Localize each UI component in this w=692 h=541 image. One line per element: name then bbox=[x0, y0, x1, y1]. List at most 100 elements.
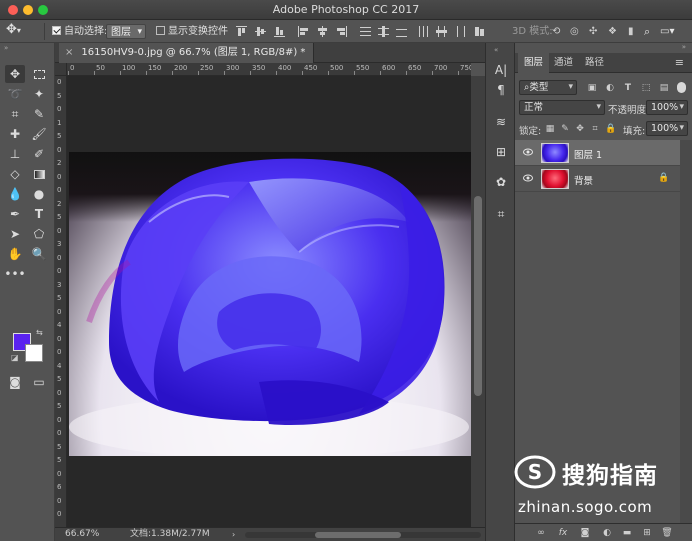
zoom-tool-icon[interactable]: 🔍 bbox=[29, 245, 49, 263]
crop-panel-icon[interactable]: ⌗ bbox=[492, 205, 510, 223]
new-group-icon[interactable]: ▬ bbox=[621, 527, 633, 539]
tab-channels[interactable]: 通道 bbox=[548, 53, 579, 73]
3d-pan-icon[interactable]: ✣ bbox=[589, 24, 597, 39]
close-document-icon[interactable]: × bbox=[65, 47, 73, 58]
paragraph-panel-icon[interactable]: ¶ bbox=[492, 81, 510, 99]
auto-select-target-dropdown[interactable]: 图层 bbox=[106, 24, 146, 40]
type-tool-icon[interactable]: T bbox=[29, 205, 49, 223]
lasso-tool-icon[interactable]: ➰ bbox=[5, 85, 25, 103]
show-transform-controls-checkbox[interactable]: 显示变换控件 bbox=[156, 24, 228, 39]
3d-slide-icon[interactable]: ❖ bbox=[608, 24, 617, 39]
filter-type-icon[interactable]: T bbox=[623, 83, 633, 93]
layer-filter-kind-dropdown[interactable]: ⌕类型 bbox=[519, 80, 577, 95]
auto-align-layers-icon[interactable] bbox=[474, 26, 485, 37]
search-icon[interactable]: ⌕ bbox=[644, 24, 650, 39]
tab-layers[interactable]: 图层 bbox=[518, 53, 550, 73]
workspace-switcher-icon[interactable]: ▭▾ bbox=[660, 24, 674, 39]
lock-transparent-pixels-icon[interactable]: ▦ bbox=[545, 124, 555, 134]
quick-mask-icon[interactable]: ◙ bbox=[5, 373, 25, 391]
3d-orbit-icon[interactable]: ⟲ bbox=[552, 24, 560, 39]
filter-pixel-icon[interactable]: ▣ bbox=[587, 83, 597, 93]
gradient-tool-icon[interactable] bbox=[29, 165, 49, 183]
lock-all-icon[interactable]: 🔒 bbox=[605, 124, 616, 134]
add-mask-icon[interactable]: ◙ bbox=[579, 527, 591, 539]
lock-position-icon[interactable]: ✥ bbox=[575, 124, 585, 134]
history-brush-tool-icon[interactable]: ✐ bbox=[29, 145, 49, 163]
character-panel-icon[interactable]: A| bbox=[492, 61, 510, 79]
dodge-tool-icon[interactable]: ● bbox=[29, 185, 49, 203]
path-selection-tool-icon[interactable]: ➤ bbox=[5, 225, 25, 243]
pen-tool-icon[interactable]: ✒ bbox=[5, 205, 25, 223]
align-right-icon[interactable] bbox=[336, 26, 347, 37]
opacity-input[interactable]: 100% bbox=[646, 100, 688, 115]
swap-colors-icon[interactable]: ⇆ bbox=[36, 328, 43, 337]
healing-brush-tool-icon[interactable]: ✚ bbox=[5, 125, 25, 143]
scrollbar-thumb[interactable] bbox=[315, 532, 401, 538]
filter-toggle-switch[interactable] bbox=[677, 82, 686, 93]
swatches-panel-icon[interactable]: ✿ bbox=[492, 173, 510, 191]
tab-paths[interactable]: 路径 bbox=[579, 53, 610, 73]
new-layer-icon[interactable]: ⊞ bbox=[641, 527, 653, 539]
properties-panel-icon[interactable]: ⊞ bbox=[492, 143, 510, 161]
vertical-ruler[interactable]: 0 5 0 1 5 0 2 0 0 2 5 0 3 0 0 3 5 0 4 0 0 4 5 0 5 0 0 5 5 0 6 0 0 bbox=[55, 76, 67, 527]
auto-select-checkbox[interactable]: 自动选择: bbox=[52, 24, 107, 39]
lock-image-pixels-icon[interactable]: ✎ bbox=[560, 124, 570, 134]
align-horizontal-center-icon[interactable] bbox=[317, 26, 328, 37]
canvas-horizontal-scrollbar[interactable] bbox=[245, 532, 481, 538]
align-left-icon[interactable] bbox=[298, 26, 309, 37]
background-color-swatch[interactable] bbox=[25, 344, 43, 362]
document-canvas[interactable] bbox=[67, 76, 471, 527]
align-bottom-icon[interactable] bbox=[274, 26, 285, 37]
move-tool-icon[interactable]: ✥ bbox=[5, 65, 25, 83]
3d-roll-icon[interactable]: ◎ bbox=[570, 24, 579, 39]
collapse-panel-icon[interactable]: » bbox=[682, 43, 686, 51]
lock-artboard-icon[interactable]: ⌗ bbox=[590, 124, 600, 134]
blend-mode-dropdown[interactable]: 正常 bbox=[519, 100, 605, 115]
shape-tool-icon[interactable]: ⬠ bbox=[29, 225, 49, 243]
distribute-bottom-icon[interactable] bbox=[396, 26, 407, 37]
distribute-horizontal-center-icon[interactable] bbox=[436, 26, 447, 37]
layer-name[interactable]: 背景 bbox=[574, 173, 593, 187]
move-tool-preset-icon[interactable]: ✥▾ bbox=[6, 22, 21, 37]
marquee-tool-icon[interactable] bbox=[29, 65, 49, 83]
eye-visibility-icon[interactable] bbox=[523, 148, 533, 156]
new-adjustment-layer-icon[interactable]: ◐ bbox=[601, 527, 613, 539]
layers-panel-icon[interactable]: ≋ bbox=[492, 113, 510, 131]
layer-row-layer1[interactable]: 图层 1 bbox=[515, 140, 680, 166]
distribute-top-icon[interactable] bbox=[360, 26, 371, 37]
hand-tool-icon[interactable]: ✋ bbox=[5, 245, 25, 263]
document-tab[interactable]: × 16150HV9-0.jpg @ 66.7% (图层 1, RGB/8#) * bbox=[59, 43, 315, 63]
eraser-tool-icon[interactable]: ◇ bbox=[5, 165, 25, 183]
crop-tool-icon[interactable]: ⌗ bbox=[5, 105, 25, 123]
status-menu-icon[interactable]: › bbox=[232, 528, 235, 541]
brush-tool-icon[interactable]: 🖌 bbox=[29, 125, 49, 143]
panel-menu-icon[interactable]: ≡ bbox=[675, 56, 684, 69]
horizontal-ruler[interactable]: 0 50 100 150 200 250 300 350 400 450 500 550 600 650 7… bbox=[67, 63, 471, 76]
edit-toolbar-icon[interactable]: ••• bbox=[4, 265, 25, 283]
link-layers-icon[interactable]: ∞ bbox=[535, 527, 547, 539]
collapse-toolbar-icon[interactable]: » bbox=[4, 44, 8, 52]
filter-adjustment-icon[interactable]: ◐ bbox=[605, 83, 615, 93]
filter-smart-object-icon[interactable]: ▤ bbox=[659, 83, 669, 93]
distribute-right-icon[interactable] bbox=[454, 26, 465, 37]
layer-row-background[interactable]: 背景 🔒 bbox=[515, 166, 680, 192]
scrollbar-thumb[interactable] bbox=[474, 196, 482, 396]
eyedropper-tool-icon[interactable]: ✎ bbox=[29, 105, 49, 123]
fill-input[interactable]: 100% bbox=[646, 121, 688, 136]
default-colors-icon[interactable]: ◪ bbox=[11, 353, 19, 362]
canvas-vertical-scrollbar[interactable] bbox=[471, 76, 485, 527]
filter-shape-icon[interactable]: ⬚ bbox=[641, 83, 651, 93]
layer-name[interactable]: 图层 1 bbox=[574, 147, 602, 161]
clone-stamp-tool-icon[interactable]: ⊥ bbox=[5, 145, 25, 163]
screen-mode-icon[interactable]: ▭ bbox=[29, 373, 49, 391]
3d-scale-icon[interactable]: ▮ bbox=[628, 24, 634, 39]
collapse-strip-icon[interactable]: « bbox=[494, 46, 498, 54]
zoom-level[interactable]: 66.67% bbox=[65, 528, 99, 541]
eye-visibility-icon[interactable] bbox=[523, 174, 533, 182]
align-vertical-center-icon[interactable] bbox=[255, 26, 266, 37]
align-top-icon[interactable] bbox=[236, 26, 247, 37]
ruler-origin[interactable] bbox=[55, 63, 67, 76]
magic-wand-tool-icon[interactable]: ✦ bbox=[29, 85, 49, 103]
distribute-vertical-center-icon[interactable] bbox=[378, 26, 389, 37]
distribute-left-icon[interactable] bbox=[418, 26, 429, 37]
